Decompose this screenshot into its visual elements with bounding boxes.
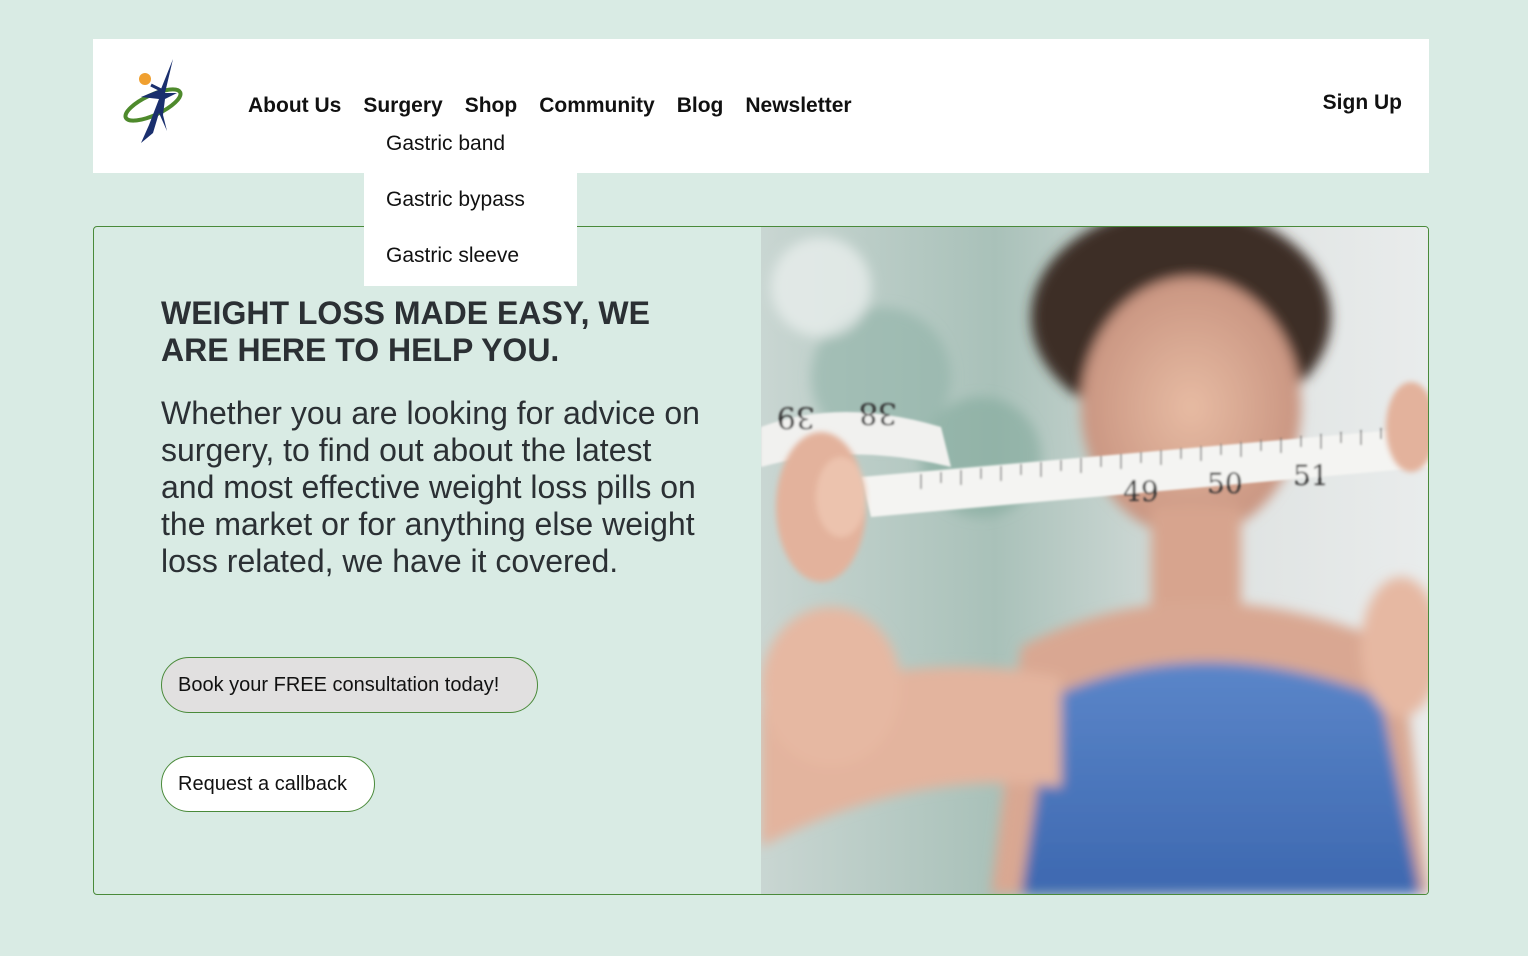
sign-up-link[interactable]: Sign Up [1323,91,1402,115]
tape-number-49: 49 [1123,475,1159,508]
book-consultation-button[interactable]: Book your FREE consultation today! [161,657,538,713]
menu-item-gastric-sleeve[interactable]: Gastric sleeve [386,244,519,268]
nav-item-blog[interactable]: Blog [677,94,724,118]
request-callback-button[interactable]: Request a callback [161,756,375,812]
tape-number-38: 38 [859,395,897,430]
nav-item-about-us[interactable]: About Us [248,94,341,118]
menu-item-gastric-bypass[interactable]: Gastric bypass [386,188,525,212]
tape-number-51: 51 [1293,459,1329,492]
brand-logo-icon[interactable] [123,55,193,150]
hero-photo-woman-measuring-tape: 39 38 49 50 51 [761,227,1428,894]
tape-number-50: 50 [1207,467,1243,500]
menu-item-gastric-band[interactable]: Gastric band [386,132,505,156]
hero-title: WEIGHT LOSS MADE EASY, WE ARE HERE TO HE… [161,295,650,368]
hero-section: WEIGHT LOSS MADE EASY, WE ARE HERE TO HE… [93,226,1429,895]
hero-description: Whether you are looking for advice on su… [161,395,700,579]
surgery-dropdown-menu: Gastric band Gastric bypass Gastric slee… [364,118,577,286]
nav-item-surgery[interactable]: Surgery [363,94,442,118]
nav-item-newsletter[interactable]: Newsletter [745,94,851,118]
nav-item-community[interactable]: Community [539,94,655,118]
tape-number-39: 39 [777,399,815,434]
nav-item-shop[interactable]: Shop [465,94,518,118]
site-header: About Us Surgery Shop Community Blog New… [93,39,1429,173]
